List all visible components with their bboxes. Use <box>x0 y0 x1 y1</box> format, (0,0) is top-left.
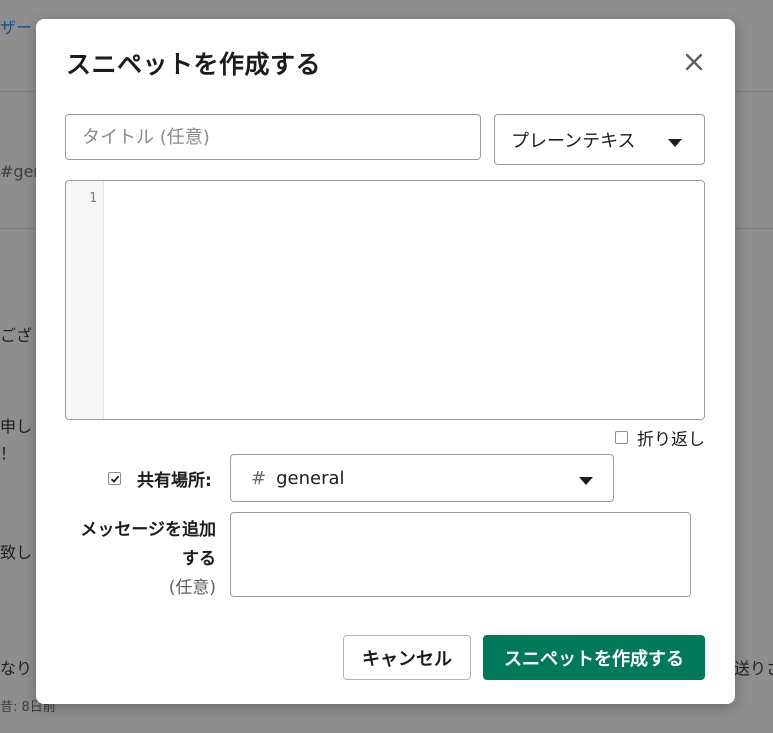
bg-fragment: 致し <box>0 543 33 562</box>
language-select-value: プレーンテキス <box>511 130 636 152</box>
message-input[interactable] <box>230 512 691 597</box>
title-input[interactable] <box>65 114 481 160</box>
bg-fragment: 申し <box>0 417 33 436</box>
line-number-gutter: 1 <box>66 181 104 419</box>
wrap-label: 折り返し <box>637 430 705 450</box>
cancel-button[interactable]: キャンセル <box>343 635 471 680</box>
message-label: メッセージを追加 する (任意) <box>56 516 216 603</box>
dialog-title: スニペットを作成する <box>66 50 322 79</box>
wrap-toggle[interactable]: 折り返し <box>615 425 705 450</box>
wrap-checkbox[interactable] <box>615 431 628 444</box>
message-label-line2: する <box>182 549 216 569</box>
share-channel-select[interactable]: # general <box>230 454 614 502</box>
create-snippet-button[interactable]: スニペットを作成する <box>483 635 705 680</box>
hash-icon: # <box>251 467 267 489</box>
caret-down-icon <box>668 138 682 147</box>
snippet-content-input[interactable] <box>105 181 704 419</box>
bg-fragment: ござ <box>0 326 33 345</box>
bg-fragment: なり <box>0 659 33 678</box>
line-number: 1 <box>89 191 97 206</box>
share-channel-value: general <box>276 467 345 489</box>
bg-fragment: ザー <box>0 18 33 37</box>
checkmark-icon <box>110 475 119 483</box>
language-select[interactable]: プレーンテキス <box>494 114 705 165</box>
bg-fragment: #ger <box>0 162 40 181</box>
share-checkbox[interactable] <box>108 472 121 485</box>
share-toggle: 共有場所: <box>108 466 212 491</box>
caret-down-icon <box>579 477 593 485</box>
snippet-editor: 1 <box>65 180 705 420</box>
close-icon <box>685 53 703 71</box>
message-label-optional: (任意) <box>168 578 216 598</box>
message-label-line1: メッセージを追加 <box>80 520 216 540</box>
bg-fragment: 送りさ <box>734 659 773 678</box>
create-snippet-dialog: スニペットを作成する プレーンテキス 1 折り返し 共有場所: # genera… <box>36 19 735 704</box>
share-label: 共有場所: <box>137 471 212 491</box>
close-button[interactable] <box>681 49 707 75</box>
bg-fragment: ！ <box>0 444 17 463</box>
